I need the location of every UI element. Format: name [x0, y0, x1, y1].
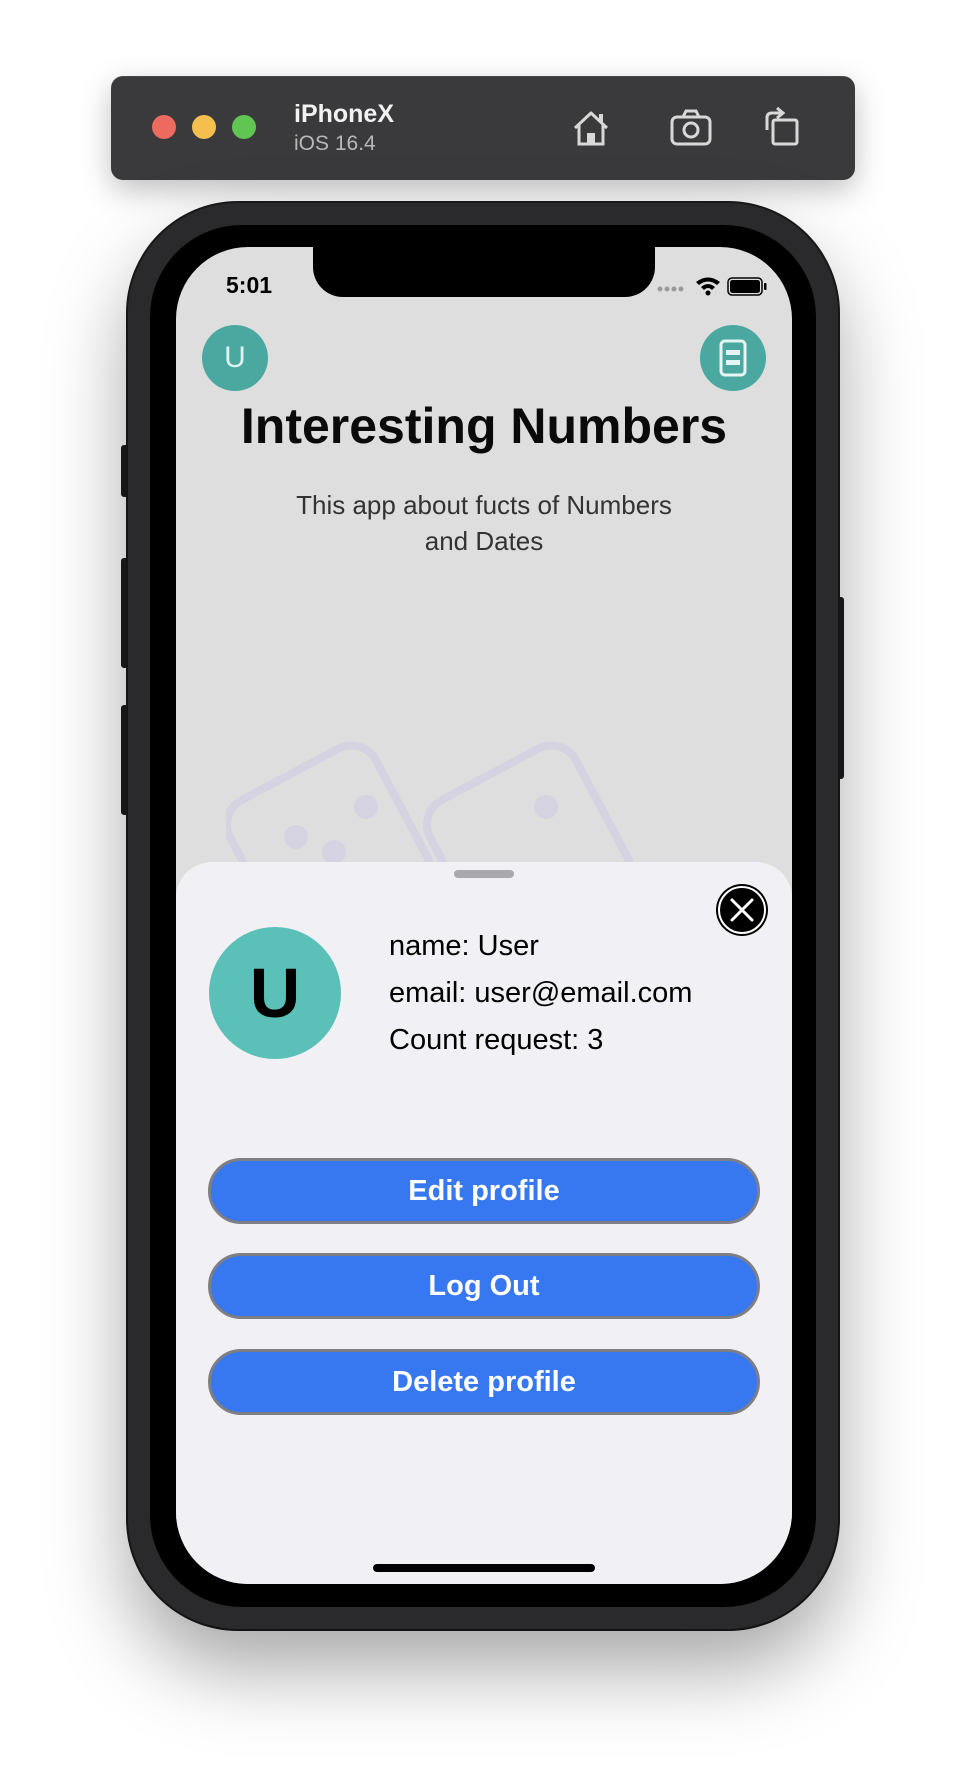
phone-screen: 5:01 U Interesting Numbers This app abou…	[176, 247, 792, 1584]
user-avatar-button[interactable]: U	[202, 325, 268, 391]
status-time: 5:01	[226, 272, 273, 298]
battery-icon	[727, 277, 767, 296]
screenshot-icon[interactable]	[667, 104, 715, 152]
sheet-grabber[interactable]	[454, 870, 514, 878]
app-description: This app about fucts of Numbers and Date…	[296, 490, 672, 556]
log-out-button[interactable]: Log Out	[208, 1253, 760, 1319]
close-icon[interactable]	[718, 886, 766, 934]
wifi-icon	[696, 277, 720, 296]
profile-name: name: User	[389, 930, 539, 962]
page-title: Interesting Numbers	[240, 398, 728, 454]
menu-card-icon[interactable]	[700, 325, 766, 391]
zoom-window-button[interactable]	[232, 115, 256, 139]
simulator-toolbar: iPhoneX iOS 16.4	[111, 76, 855, 180]
close-window-button[interactable]	[152, 115, 176, 139]
profile-request-count: Count request: 3	[389, 1024, 604, 1056]
rotate-icon[interactable]	[757, 104, 805, 152]
profile-email: email: user@email.com	[389, 977, 693, 1009]
profile-sheet: U name: User email: user@email.com Count…	[176, 862, 792, 1584]
minimize-window-button[interactable]	[192, 115, 216, 139]
simulator-device-name: iPhoneX	[294, 100, 395, 128]
simulator-os-version: iOS 16.4	[294, 132, 376, 155]
delete-profile-button[interactable]: Delete profile	[208, 1349, 760, 1415]
home-indicator[interactable]	[373, 1564, 595, 1572]
edit-profile-button[interactable]: Edit profile	[208, 1158, 760, 1224]
dice-icon	[226, 741, 635, 867]
home-icon[interactable]	[567, 104, 615, 152]
cellular-icon	[657, 286, 684, 292]
avatar: U	[209, 927, 341, 1059]
status-icons	[656, 274, 776, 298]
notch	[313, 247, 655, 297]
